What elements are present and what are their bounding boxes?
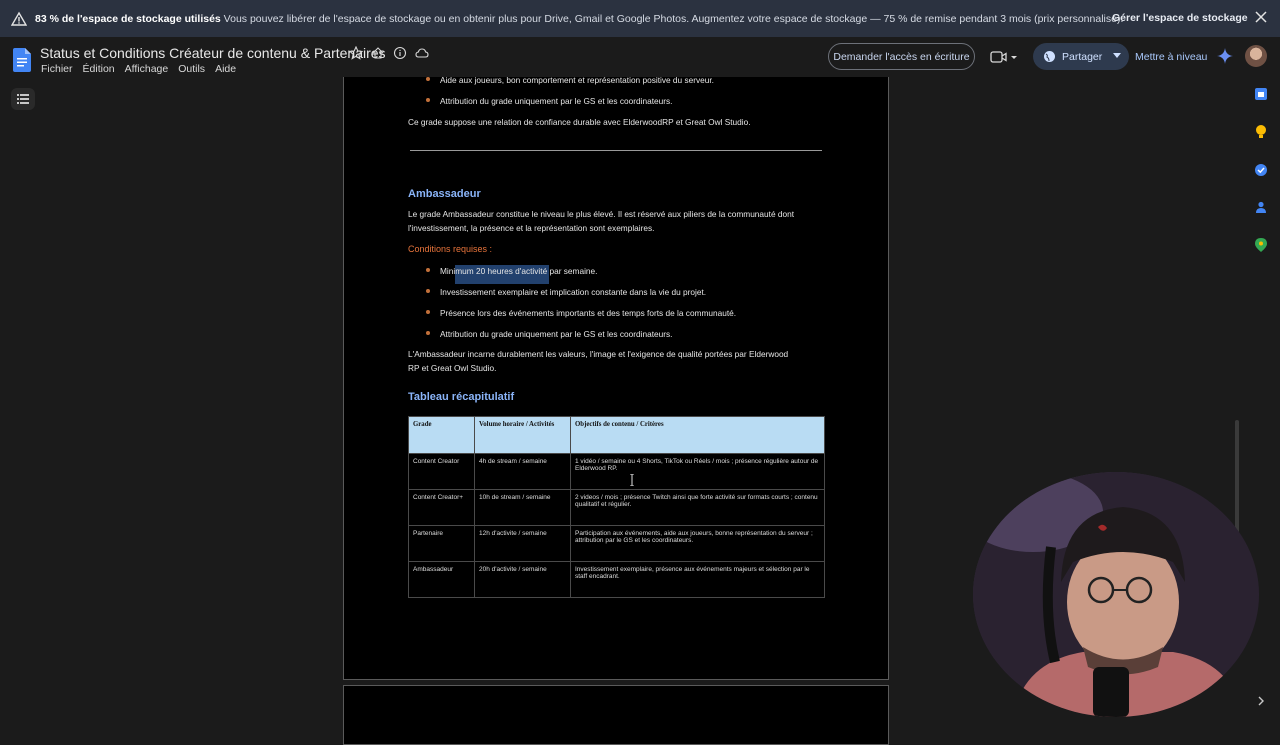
share-label: Partager bbox=[1062, 50, 1103, 63]
bullet-dot bbox=[426, 268, 430, 272]
calendar-icon[interactable] bbox=[1255, 88, 1267, 100]
table-cell: 4h de stream / semaine bbox=[474, 453, 571, 490]
webcam-person bbox=[973, 472, 1259, 717]
table-row: Partenaire 12h d'activite / semaine Part… bbox=[408, 525, 825, 562]
manage-storage-link[interactable]: Gérer l'espace de stockage bbox=[1112, 12, 1248, 24]
table-cell: Investissement exemplaire, présence aux … bbox=[570, 561, 825, 598]
chevron-right-icon[interactable] bbox=[1256, 696, 1266, 706]
list-item: Aide aux joueurs, bon comportement et re… bbox=[440, 75, 714, 85]
banner-message: 83 % de l'espace de stockage utilisés Vo… bbox=[35, 13, 1123, 25]
webcam-overlay bbox=[973, 472, 1259, 717]
star-icon[interactable] bbox=[349, 46, 363, 60]
menu-edition[interactable]: Édition bbox=[83, 63, 115, 75]
summary-table[interactable]: Grade Volume horaire / Activités Objecti… bbox=[408, 416, 825, 598]
bullet-dot bbox=[426, 331, 430, 335]
paragraph-line: RP et Great Owl Studio. bbox=[408, 363, 497, 373]
meet-icon[interactable] bbox=[990, 50, 1018, 64]
keep-icon[interactable] bbox=[1255, 125, 1267, 139]
table-cell: Ambassadeur bbox=[408, 561, 475, 598]
table-cell: 20h d'activite / semaine bbox=[474, 561, 571, 598]
table-header-cell: Volume horaire / Activités bbox=[474, 416, 571, 454]
storage-banner: 83 % de l'espace de stockage utilisés Vo… bbox=[0, 0, 1280, 37]
paragraph: Ce grade suppose une relation de confian… bbox=[408, 117, 751, 127]
move-icon[interactable] bbox=[371, 46, 385, 60]
table-header-cell: Grade bbox=[408, 416, 475, 454]
list-item: Attribution du grade uniquement par le G… bbox=[440, 96, 673, 106]
table-header-row: Grade Volume horaire / Activités Objecti… bbox=[408, 416, 825, 454]
banner-text: Vous pouvez libérer de l'espace de stock… bbox=[220, 12, 1124, 25]
share-button[interactable]: Partager bbox=[1033, 43, 1129, 70]
title-icons bbox=[349, 46, 429, 60]
menu-bar: Fichier Édition Affichage Outils Aide bbox=[41, 63, 236, 75]
bullet-dot bbox=[426, 98, 430, 102]
outline-button[interactable] bbox=[11, 88, 35, 110]
contacts-icon[interactable] bbox=[1255, 201, 1267, 213]
warning-icon bbox=[11, 11, 27, 26]
menu-outils[interactable]: Outils bbox=[178, 63, 205, 75]
table-cell: Participation aux événements, aide aux j… bbox=[570, 525, 825, 562]
horizontal-rule bbox=[410, 150, 822, 151]
table-cell: 10h de stream / semaine bbox=[474, 489, 571, 526]
docs-logo-icon[interactable] bbox=[13, 48, 31, 72]
table-cell: 2 videos / mois ; présence Twitch ainsi … bbox=[570, 489, 825, 526]
tasks-icon[interactable] bbox=[1255, 164, 1267, 176]
paragraph-line: L'Ambassadeur incarne durablement les va… bbox=[408, 349, 789, 359]
paragraph-line: Le grade Ambassadeur constitue le niveau… bbox=[408, 209, 795, 219]
menu-affichage[interactable]: Affichage bbox=[125, 63, 169, 75]
close-icon[interactable] bbox=[1254, 10, 1268, 24]
list-item: Présence lors des événements importants … bbox=[440, 308, 737, 318]
menu-aide[interactable]: Aide bbox=[215, 63, 236, 75]
table-header-cell: Objectifs de contenu / Critères bbox=[570, 416, 825, 454]
banner-bold: 83 % de l'espace de stockage utilisés bbox=[35, 12, 221, 25]
bullet-dot bbox=[426, 289, 430, 293]
globe-icon bbox=[1044, 51, 1055, 62]
cloud-icon[interactable] bbox=[415, 46, 429, 60]
section-heading-tableau: Tableau récapitulatif bbox=[408, 391, 515, 403]
maps-icon[interactable] bbox=[1255, 238, 1267, 252]
avatar[interactable] bbox=[1245, 45, 1267, 67]
text-cursor-icon bbox=[630, 474, 634, 486]
table-row: Ambassadeur 20h d'activite / semaine Inv… bbox=[408, 561, 825, 598]
upgrade-link[interactable]: Mettre à niveau bbox=[1135, 51, 1207, 63]
paragraph-line: l'investissement, la présence et la repr… bbox=[408, 223, 655, 233]
gemini-icon[interactable] bbox=[1217, 48, 1233, 64]
bullet-dot bbox=[426, 310, 430, 314]
document-title[interactable]: Status et Conditions Créateur de contenu… bbox=[40, 45, 386, 61]
outline-icon bbox=[17, 94, 29, 104]
docs-header: Status et Conditions Créateur de contenu… bbox=[0, 37, 1280, 77]
table-cell: Content Creator+ bbox=[408, 489, 475, 526]
menu-fichier[interactable]: Fichier bbox=[41, 63, 73, 75]
table-cell: 1 vidéo / semaine ou 4 Shorts, TikTok ou… bbox=[570, 453, 825, 490]
list-item: Minimum 20 heures d'activité par semaine… bbox=[440, 266, 598, 276]
info-icon[interactable] bbox=[393, 46, 407, 60]
bullet-dot bbox=[426, 77, 430, 81]
list-item: Investissement exemplaire et implication… bbox=[440, 287, 707, 297]
chevron-down-icon[interactable] bbox=[1113, 53, 1121, 59]
conditions-heading: Conditions requises : bbox=[408, 244, 493, 254]
request-edit-access-button[interactable]: Demander l'accès en écriture bbox=[828, 43, 975, 70]
document-page-next[interactable] bbox=[343, 685, 889, 745]
table-row: Content Creator+ 10h de stream / semaine… bbox=[408, 489, 825, 526]
table-row: Content Creator 4h de stream / semaine 1… bbox=[408, 453, 825, 490]
table-cell: 12h d'activite / semaine bbox=[474, 525, 571, 562]
list-item: Attribution du grade uniquement par le G… bbox=[440, 329, 673, 339]
section-heading-ambassadeur: Ambassadeur bbox=[408, 188, 481, 200]
table-cell: Partenaire bbox=[408, 525, 475, 562]
table-cell: Content Creator bbox=[408, 453, 475, 490]
